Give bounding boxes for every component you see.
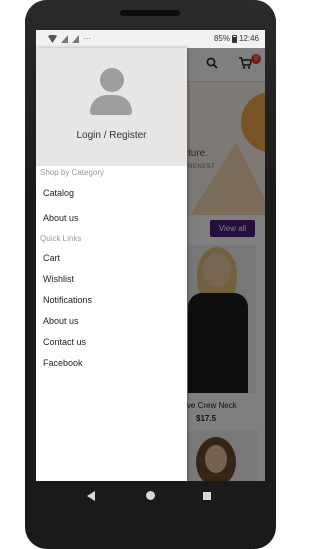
back-icon[interactable] bbox=[87, 491, 95, 501]
wifi-icon bbox=[48, 34, 57, 43]
drawer-item-cart[interactable]: Cart bbox=[43, 253, 183, 263]
status-icons: ··· bbox=[48, 34, 91, 43]
drawer-item-contact-us[interactable]: Contact us bbox=[43, 337, 183, 347]
drawer-header: Login / Register bbox=[36, 48, 187, 166]
drawer-item-notifications[interactable]: Notifications bbox=[43, 295, 183, 305]
avatar-head bbox=[100, 68, 124, 92]
section-title-shop-by-category: Shop by Category bbox=[40, 168, 105, 177]
more-notifications-icon: ··· bbox=[83, 34, 91, 43]
phone-speaker bbox=[120, 10, 180, 16]
avatar-placeholder-icon bbox=[90, 68, 132, 116]
screen: ··· 85% 12:46 ● 0 bbox=[36, 30, 265, 481]
drawer-item-about-us[interactable]: About us bbox=[43, 316, 183, 326]
section-title-quick-links: Quick Links bbox=[40, 234, 82, 243]
drawer-item-facebook[interactable]: Facebook bbox=[43, 358, 183, 368]
home-icon[interactable] bbox=[146, 491, 155, 500]
battery-percent: 85% bbox=[213, 34, 230, 43]
navigation-drawer: Login / Register Shop by Category Catalo… bbox=[36, 48, 187, 481]
signal-icon bbox=[61, 34, 68, 43]
recent-apps-icon[interactable] bbox=[203, 492, 211, 500]
drawer-item-about-us[interactable]: About us bbox=[43, 213, 183, 223]
avatar-body bbox=[90, 95, 132, 115]
system-nav-bar bbox=[25, 481, 276, 511]
status-right: 85% 12:46 bbox=[214, 34, 259, 43]
clock: 12:46 bbox=[238, 34, 259, 43]
phone-frame: ··· 85% 12:46 ● 0 bbox=[25, 0, 276, 549]
status-bar: ··· 85% 12:46 bbox=[36, 30, 265, 48]
drawer-item-catalog[interactable]: Catalog bbox=[43, 188, 183, 198]
battery-icon bbox=[231, 34, 237, 43]
drawer-item-wishlist[interactable]: Wishlist bbox=[43, 274, 183, 284]
login-register-link[interactable]: Login / Register bbox=[36, 130, 187, 141]
signal-icon bbox=[72, 34, 79, 43]
